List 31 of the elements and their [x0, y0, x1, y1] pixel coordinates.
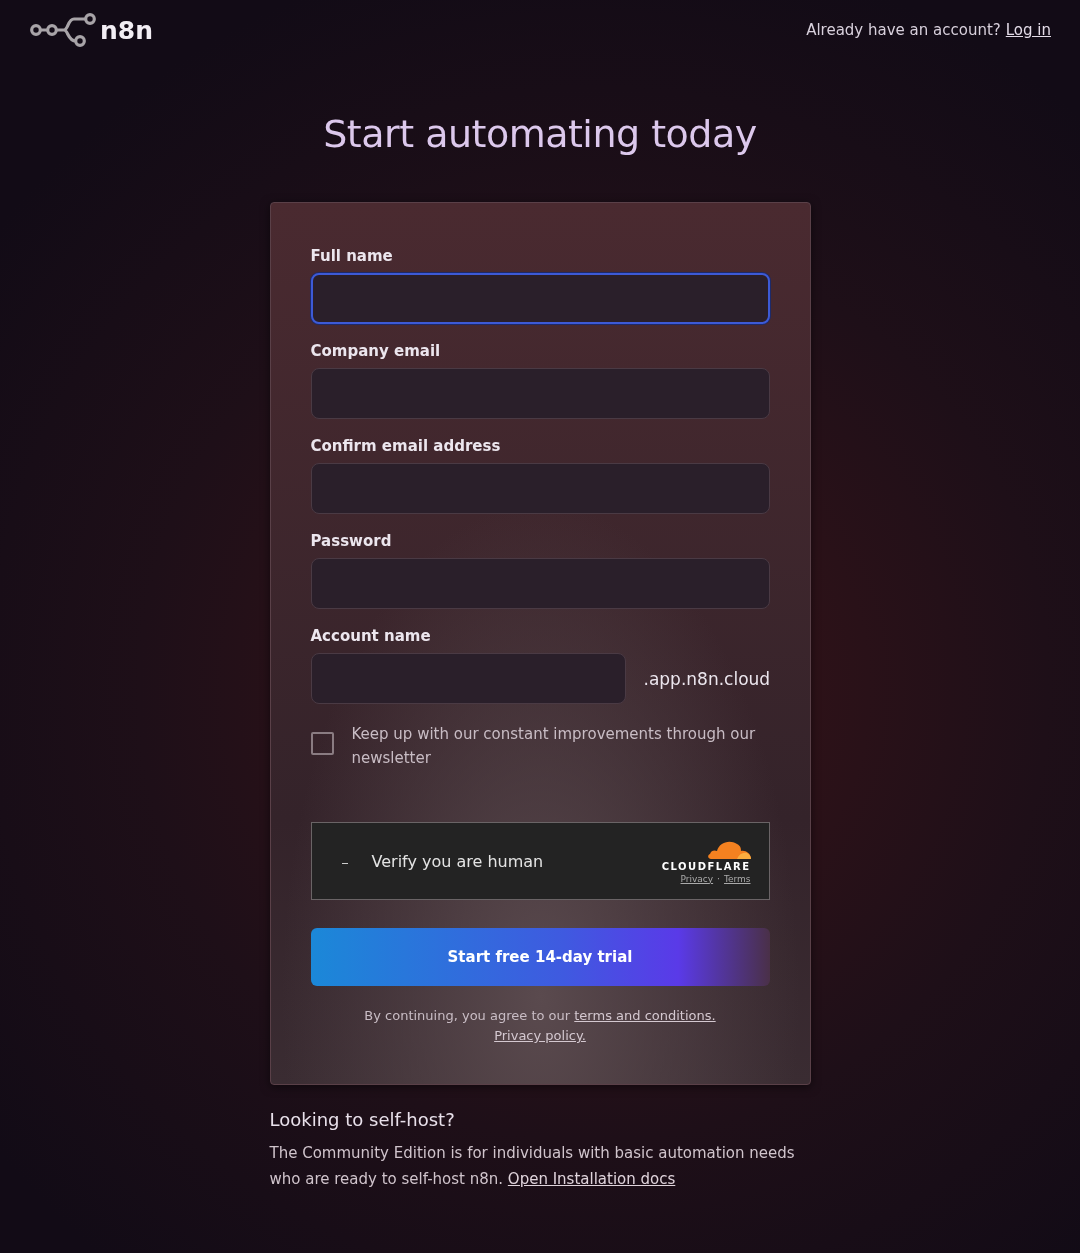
- field-label: Password: [310, 532, 393, 550]
- logo-icon: [30, 13, 96, 47]
- domain-suffix: .app.n8n.cloud: [643, 668, 771, 689]
- field-label: Full name: [310, 247, 394, 265]
- account-prompt: Already have an account?: [806, 21, 1001, 39]
- newsletter-label: Keep up with our constant improvements through our newsletter: [351, 724, 757, 769]
- privacy-link[interactable]: Privacy: [680, 873, 714, 884]
- login-link[interactable]: Log in: [1005, 21, 1051, 39]
- self-host-heading: Looking to self-host?: [269, 1109, 456, 1130]
- captcha-text: Verify you are human: [371, 851, 545, 871]
- privacy-policy-link[interactable]: Privacy policy.: [494, 1028, 586, 1043]
- field-label: Account name: [310, 627, 432, 645]
- newsletter-checkbox[interactable]: [310, 732, 334, 755]
- captcha-widget[interactable]: Verify you are human CLOUDFLARE Privacy · Terms: [310, 822, 770, 900]
- brand-text: CLOUDFLARE: [661, 860, 751, 872]
- self-host-text: The Community Edition is for individuals with basic automation needs who are ready to self-host n8n. Open Installation docs: [269, 1143, 796, 1190]
- field-label: Confirm email address: [310, 437, 502, 455]
- logo-text: n8n: [100, 15, 153, 45]
- legal-text: By continuing, you agree to our: [364, 1008, 571, 1023]
- installation-docs-link[interactable]: Open Installation docs: [507, 1170, 676, 1188]
- field-label: Company email: [310, 342, 442, 360]
- input-field[interactable]: [310, 273, 770, 324]
- start-trial-button[interactable]: Start free 14-day trial: [310, 928, 770, 986]
- separator-dot: ·: [717, 873, 720, 884]
- input-field[interactable]: [310, 463, 770, 514]
- input-field[interactable]: [310, 653, 626, 704]
- terms-link[interactable]: Terms: [724, 873, 751, 884]
- page-title: Start automating today: [323, 112, 757, 156]
- input-field[interactable]: [310, 558, 770, 609]
- input-field[interactable]: [310, 368, 770, 419]
- terms-conditions-link[interactable]: terms and conditions.: [574, 1008, 716, 1023]
